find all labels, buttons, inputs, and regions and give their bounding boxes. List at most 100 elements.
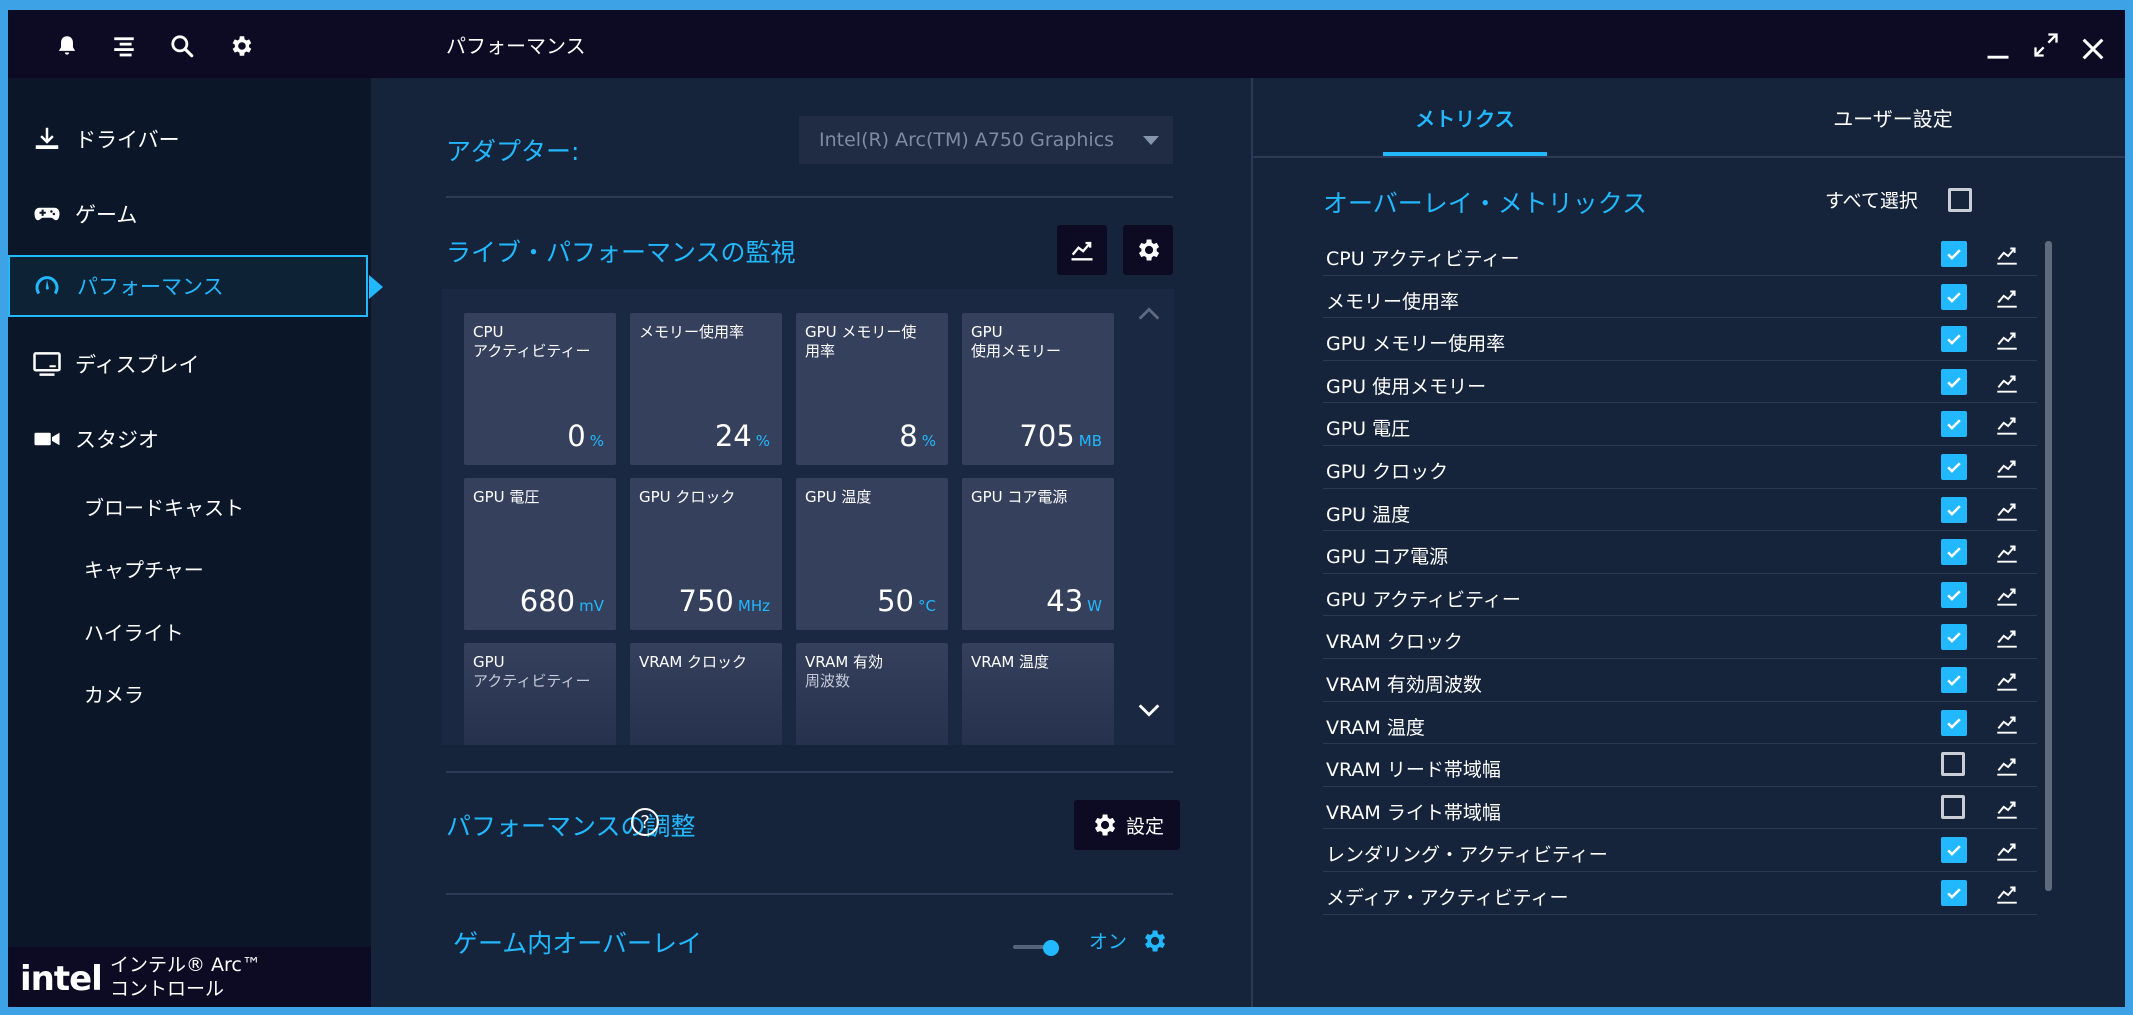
- adapter-label: アダプター:: [446, 137, 580, 166]
- metric-checkbox[interactable]: [1941, 667, 1967, 693]
- chart-icon[interactable]: [1993, 710, 2021, 738]
- monitor-settings-button[interactable]: [1123, 225, 1173, 275]
- chart-icon[interactable]: [1993, 454, 2021, 482]
- chart-icon[interactable]: [1993, 326, 2021, 354]
- divider: [1253, 156, 2125, 158]
- metric-checkbox[interactable]: [1941, 368, 1967, 395]
- metric-row: GPU 電圧: [1323, 403, 2037, 446]
- tuning-settings-button[interactable]: 設定: [1074, 800, 1180, 850]
- sidebar-item-display[interactable]: ディスプレイ: [8, 333, 371, 395]
- sidebar-subitem-capture[interactable]: キャプチャー: [84, 554, 204, 583]
- metric-checkbox[interactable]: [1941, 283, 1967, 310]
- metric-row: CPU アクティビティー: [1323, 233, 2037, 276]
- metric-checkbox[interactable]: [1941, 454, 1967, 480]
- metric-checkbox[interactable]: [1941, 709, 1967, 736]
- metric-tile: メモリー使用率 24%: [630, 313, 782, 465]
- overlay-settings-button[interactable]: [1136, 923, 1172, 959]
- metric-tile: GPU コア電源 43 W: [962, 478, 1114, 630]
- overlay-toggle[interactable]: [1013, 933, 1063, 963]
- metric-tile: GPU 電圧 680 mV: [464, 478, 616, 630]
- metric-row: メディア・アクティビティー: [1323, 872, 2037, 915]
- sidebar-item-label: ドライバー: [75, 128, 180, 152]
- metric-checkbox[interactable]: [1941, 326, 1967, 353]
- metric-checkbox[interactable]: [1941, 794, 1965, 819]
- metric-row: GPU アクティビティー: [1323, 574, 2037, 617]
- brand-footer: intel インテル® Arc™ コントロール: [8, 947, 371, 1007]
- chart-icon[interactable]: [1993, 241, 2021, 269]
- metric-label: CPU アクティビティー: [1326, 248, 1520, 270]
- metric-tile: GPU アクティビティー: [464, 643, 616, 745]
- metric-label: GPU コア電源: [1326, 546, 1449, 569]
- chevron-down-icon[interactable]: [1134, 695, 1164, 725]
- help-icon[interactable]: ?: [631, 808, 659, 836]
- metric-checkbox[interactable]: [1941, 581, 1967, 608]
- sidebar-item-driver[interactable]: ドライバー: [8, 108, 371, 170]
- overlay-toggle-label: オン: [1089, 931, 1128, 953]
- maximize-icon[interactable]: [2031, 30, 2061, 60]
- sidebar-item-label: パフォーマンス: [77, 275, 224, 299]
- chart-icon[interactable]: [1993, 667, 2021, 695]
- metric-tiles-panel: CPU アクティビティー 0% メモリー使用率 24% GPU メモリー使 用率 8…: [442, 289, 1174, 745]
- adapter-dropdown[interactable]: Intel(R) Arc(TM) A750 Graphics: [799, 116, 1173, 164]
- chart-icon[interactable]: [1993, 624, 2021, 652]
- chevron-up-icon[interactable]: [1134, 299, 1164, 329]
- chart-icon[interactable]: [1993, 795, 2021, 823]
- chart-icon[interactable]: [1993, 752, 2021, 780]
- gear-icon[interactable]: [223, 28, 259, 64]
- title-bar: パフォーマンス: [371, 10, 2125, 78]
- list-icon[interactable]: [106, 28, 142, 64]
- select-all-checkbox[interactable]: [1948, 188, 1972, 212]
- speedometer-icon: [30, 269, 64, 303]
- sidebar-item-performance[interactable]: パフォーマンス: [8, 255, 383, 317]
- metric-row: GPU コア電源: [1323, 531, 2037, 574]
- chart-button[interactable]: [1057, 225, 1107, 275]
- video-camera-icon: [30, 422, 64, 456]
- chart-icon[interactable]: [1993, 837, 2021, 865]
- chart-icon[interactable]: [1993, 880, 2021, 908]
- chart-icon[interactable]: [1993, 582, 2021, 610]
- page-title: パフォーマンス: [446, 34, 586, 58]
- metric-label: VRAM ライト帯域幅: [1326, 801, 1501, 824]
- sidebar-toolbar: [8, 10, 371, 78]
- metric-checkbox[interactable]: [1941, 752, 1965, 777]
- metric-checkbox[interactable]: [1941, 880, 1967, 906]
- metric-label: GPU メモリー使用率: [1326, 333, 1506, 356]
- main-panel: アダプター: Intel(R) Arc(TM) A750 Graphics ライ…: [371, 78, 1251, 1007]
- metric-checkbox[interactable]: [1941, 241, 1967, 267]
- metric-label: GPU 電圧: [1326, 418, 1411, 441]
- sidebar-subitem-broadcast[interactable]: ブロードキャスト: [84, 492, 244, 521]
- intel-logo: intel: [20, 959, 103, 999]
- chart-icon[interactable]: [1993, 369, 2021, 397]
- gear-icon: [1145, 930, 1166, 952]
- chart-icon[interactable]: [1993, 284, 2021, 312]
- live-monitor-title: ライブ・パフォーマンスの監視: [446, 238, 796, 267]
- tab-user-settings[interactable]: ユーザー設定: [1793, 78, 1993, 156]
- metric-checkbox[interactable]: [1941, 539, 1967, 566]
- metric-row: VRAM 温度: [1323, 702, 2037, 745]
- gear-icon: [1139, 239, 1160, 261]
- minimize-icon[interactable]: [1983, 34, 2013, 64]
- sidebar-subitem-camera[interactable]: カメラ: [84, 679, 144, 708]
- metrics-list: CPU アクティビティー メモリー使用率 GPU メモリー使用率 GPU 使用メモリー…: [1323, 233, 2037, 973]
- sidebar-item-label: スタジオ: [75, 428, 159, 452]
- overlay-metrics-title: オーバーレイ・メトリックス: [1323, 189, 1648, 218]
- sidebar-item-studio[interactable]: スタジオ: [8, 408, 371, 470]
- close-icon[interactable]: [2078, 34, 2108, 64]
- chart-icon[interactable]: [1993, 497, 2021, 525]
- metric-checkbox[interactable]: [1941, 837, 1967, 864]
- sidebar-item-games[interactable]: ゲーム: [8, 183, 371, 245]
- chart-icon[interactable]: [1993, 411, 2021, 439]
- metric-checkbox[interactable]: [1941, 624, 1967, 651]
- metric-tile: GPU 使用メモリー 705 MB: [962, 313, 1114, 465]
- scrollbar[interactable]: [2045, 241, 2052, 891]
- chart-icon[interactable]: [1993, 539, 2021, 567]
- metric-checkbox[interactable]: [1941, 411, 1967, 438]
- metric-row: レンダリング・アクティビティー: [1323, 829, 2037, 872]
- metric-row: メモリー使用率: [1323, 276, 2037, 319]
- metric-checkbox[interactable]: [1941, 496, 1967, 523]
- bell-icon[interactable]: [49, 28, 85, 64]
- sidebar-subitem-highlight[interactable]: ハイライト: [84, 617, 184, 646]
- metric-tile: VRAM クロック: [630, 643, 782, 745]
- tab-metrics[interactable]: メトリクス: [1383, 78, 1547, 156]
- search-icon[interactable]: [164, 28, 200, 64]
